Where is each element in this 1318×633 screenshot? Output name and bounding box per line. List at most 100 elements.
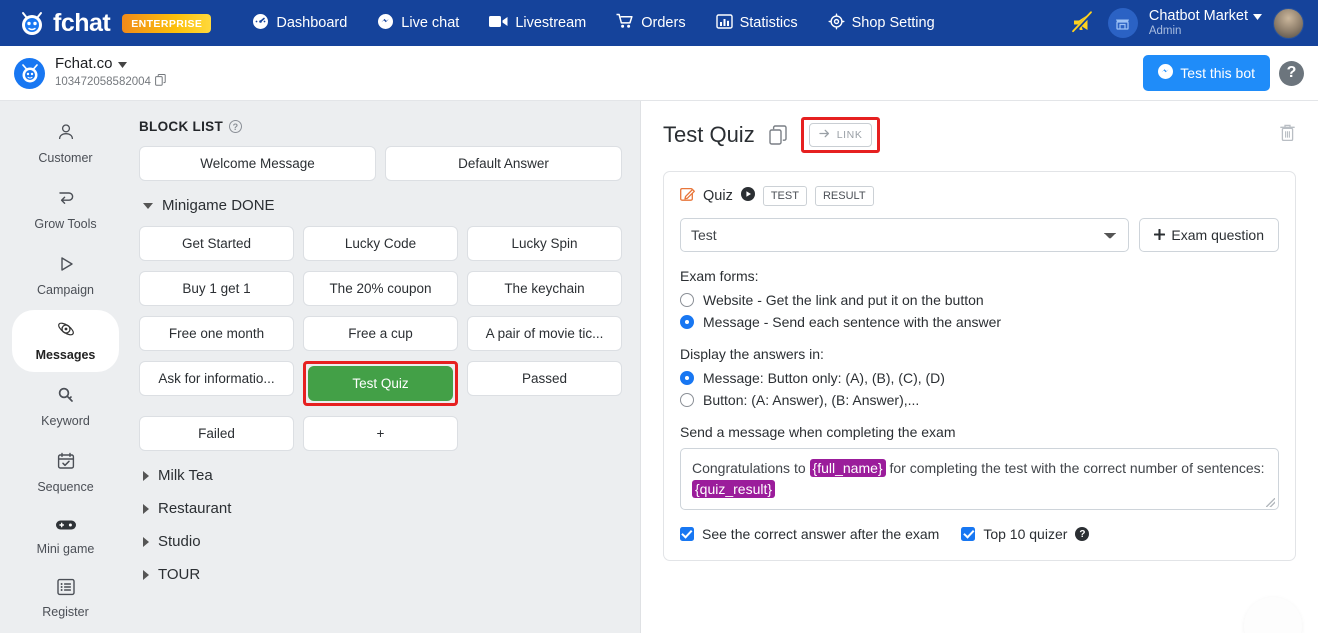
- quiz-label: Quiz: [703, 188, 733, 204]
- brand-logo-group[interactable]: fchat: [18, 9, 111, 38]
- result-button[interactable]: RESULT: [814, 186, 874, 206]
- play-icon[interactable]: [740, 186, 755, 206]
- nav-label: Live chat: [401, 15, 460, 31]
- bar-chart-icon: [715, 13, 733, 33]
- fchat-robot-logo-icon: [18, 9, 46, 37]
- block-lucky-spin[interactable]: Lucky Spin: [466, 226, 622, 261]
- display-answers-option-button[interactable]: Button: (A: Answer), (B: Answer),...: [680, 392, 1279, 408]
- display-answers-option-message[interactable]: Message: Button only: (A), (B), (C), (D): [680, 370, 1279, 386]
- help-icon[interactable]: ?: [1279, 60, 1304, 86]
- bot-name-selector[interactable]: Fchat.co: [55, 55, 166, 74]
- chevron-down-icon: [1253, 8, 1262, 25]
- test-button[interactable]: TEST: [762, 186, 807, 206]
- block-buy-1-get-1[interactable]: Buy 1 get 1: [139, 271, 294, 306]
- delete-block-icon[interactable]: [1279, 123, 1296, 147]
- link-button-highlight: LINK: [800, 117, 881, 153]
- group-name: Minigame DONE: [162, 197, 275, 214]
- sidebar-item-register[interactable]: Register: [12, 569, 119, 629]
- test-bot-label: Test this bot: [1180, 65, 1255, 81]
- help-question-icon[interactable]: ?: [229, 120, 242, 133]
- caret-right-icon: [143, 536, 149, 547]
- sidebar-item-keyword[interactable]: Keyword: [12, 376, 119, 438]
- block-a-pair-of-movie-tickets[interactable]: A pair of movie tic...: [466, 316, 622, 351]
- block-test-quiz[interactable]: Test Quiz: [307, 366, 453, 401]
- exam-form-option-website[interactable]: Website - Get the link and put it on the…: [680, 292, 1279, 308]
- account-name: Chatbot Market: [1148, 8, 1248, 25]
- nav-item-orders[interactable]: Orders: [603, 5, 698, 41]
- copy-icon[interactable]: [155, 74, 166, 90]
- edit-pencil-icon[interactable]: [680, 186, 695, 206]
- caret-right-icon: [143, 470, 149, 481]
- nav-label: Orders: [641, 15, 686, 31]
- option-label: Website - Get the link and put it on the…: [703, 292, 984, 308]
- variable-full-name[interactable]: {full_name}: [809, 459, 886, 477]
- caret-right-icon: [143, 503, 149, 514]
- group-header-minigame-done[interactable]: Minigame DONE: [143, 197, 622, 214]
- nav-item-statistics[interactable]: Statistics: [703, 6, 811, 41]
- sidebar-item-campaign[interactable]: Campaign: [12, 245, 119, 307]
- completion-message-label: Send a message when completing the exam: [680, 424, 956, 440]
- block-free-a-cup[interactable]: Free a cup: [302, 316, 458, 351]
- group-header-milk-tea[interactable]: Milk Tea: [143, 467, 622, 484]
- calendar-check-icon: [56, 451, 76, 476]
- exam-form-option-message[interactable]: Message - Send each sentence with the an…: [680, 314, 1279, 330]
- link-button[interactable]: LINK: [808, 123, 873, 147]
- variable-quiz-result[interactable]: {quiz_result}: [692, 480, 776, 498]
- sidebar-item-customer[interactable]: Customer: [12, 113, 119, 175]
- quiz-select[interactable]: Test: [680, 218, 1130, 252]
- sidebar-item-grow-tools[interactable]: Grow Tools: [12, 179, 119, 241]
- group-name: Studio: [158, 533, 201, 550]
- group-name: Restaurant: [158, 500, 232, 517]
- group-header-restaurant[interactable]: Restaurant: [143, 500, 622, 517]
- group-header-studio[interactable]: Studio: [143, 533, 622, 550]
- test-this-bot-button[interactable]: Test this bot: [1143, 55, 1270, 91]
- radio-icon: [680, 393, 694, 407]
- block-get-started[interactable]: Get Started: [139, 226, 294, 261]
- help-icon[interactable]: ?: [1075, 527, 1090, 541]
- store-icon-button[interactable]: [1107, 8, 1138, 38]
- nav-item-dashboard[interactable]: Dashboard: [239, 5, 360, 42]
- block-row: Failed +: [139, 416, 622, 451]
- nav-item-shop-setting[interactable]: Shop Setting: [815, 5, 948, 42]
- option-label: Button: (A: Answer), (B: Answer),...: [703, 392, 920, 408]
- option-label: Message: Button only: (A), (B), (C), (D): [703, 370, 945, 386]
- avatar[interactable]: [1273, 7, 1304, 39]
- checkbox-icon-checked: [680, 527, 694, 541]
- nav-item-livestream[interactable]: Livestream: [476, 6, 599, 41]
- block-default-answer[interactable]: Default Answer: [385, 146, 622, 181]
- checkbox-label: Top 10 quizer: [983, 526, 1068, 542]
- checkbox-label: See the correct answer after the exam: [702, 526, 940, 542]
- sidebar-label: Grow Tools: [34, 216, 97, 231]
- sidebar-item-messages[interactable]: Messages: [12, 310, 119, 372]
- checkbox-top-10-quizer[interactable]: Top 10 quizer ?: [961, 526, 1090, 542]
- block-lucky-code[interactable]: Lucky Code: [302, 226, 458, 261]
- floating-chat-widget[interactable]: [1244, 597, 1302, 633]
- block-welcome-message[interactable]: Welcome Message: [139, 146, 376, 181]
- block-free-one-month[interactable]: Free one month: [139, 316, 294, 351]
- caret-right-icon: [143, 569, 149, 580]
- completion-message-textarea[interactable]: Congratulations to {full_name} for compl…: [680, 448, 1279, 510]
- notification-muted-megaphone-icon[interactable]: [1067, 8, 1097, 38]
- checkbox-see-correct-answer[interactable]: See the correct answer after the exam: [680, 526, 939, 542]
- account-menu[interactable]: Chatbot Market Admin: [1149, 8, 1262, 38]
- radio-icon: [680, 293, 694, 307]
- group-header-tour[interactable]: TOUR: [143, 566, 622, 583]
- main-shell: Customer Grow Tools Campaign Messages Ke…: [0, 101, 1318, 633]
- sidebar-item-mini-game[interactable]: Mini game: [12, 508, 119, 566]
- resize-handle[interactable]: [1266, 498, 1275, 507]
- add-exam-question-button[interactable]: Exam question: [1139, 218, 1279, 252]
- quiz-settings-card: Quiz TEST RESULT Test Exam question Exam…: [663, 171, 1296, 561]
- block-ask-for-information[interactable]: Ask for informatio...: [139, 361, 294, 396]
- sidebar-item-sequence[interactable]: Sequence: [12, 442, 119, 504]
- radio-icon-selected: [680, 315, 694, 329]
- left-sidebar: Customer Grow Tools Campaign Messages Ke…: [0, 101, 131, 633]
- block-the-20-percent-coupon[interactable]: The 20% coupon: [302, 271, 458, 306]
- block-the-keychain[interactable]: The keychain: [466, 271, 622, 306]
- message-part-1: Congratulations to: [692, 460, 810, 476]
- messages-icon: [56, 319, 76, 344]
- nav-item-live-chat[interactable]: Live chat: [364, 5, 472, 42]
- block-passed[interactable]: Passed: [466, 361, 622, 396]
- add-block-button[interactable]: +: [302, 416, 458, 451]
- duplicate-block-icon[interactable]: [769, 125, 787, 145]
- block-failed[interactable]: Failed: [139, 416, 294, 451]
